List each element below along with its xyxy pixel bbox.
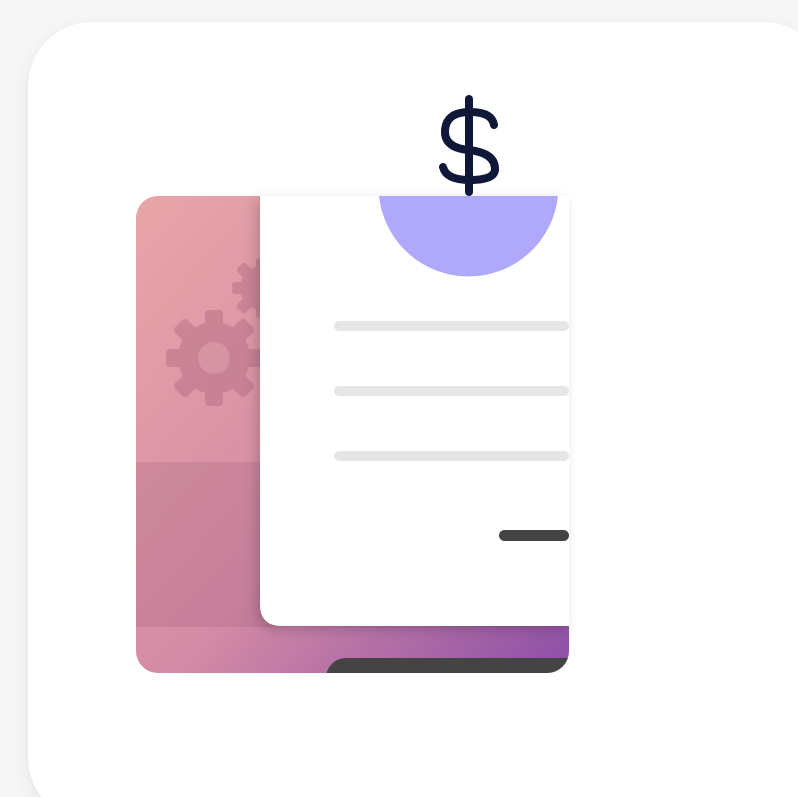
gear-large-hole: [198, 342, 230, 374]
document-line-2: [334, 386, 569, 396]
dollar-icon: [439, 95, 499, 196]
document: [260, 196, 569, 626]
total-bar: [499, 530, 569, 541]
document-line-1: [334, 321, 569, 331]
document-sheet: [260, 196, 569, 626]
invoice-illustration: [136, 95, 569, 673]
document-line-3: [334, 451, 569, 461]
tray-bar: [326, 658, 569, 673]
icon-canvas: [0, 0, 798, 797]
